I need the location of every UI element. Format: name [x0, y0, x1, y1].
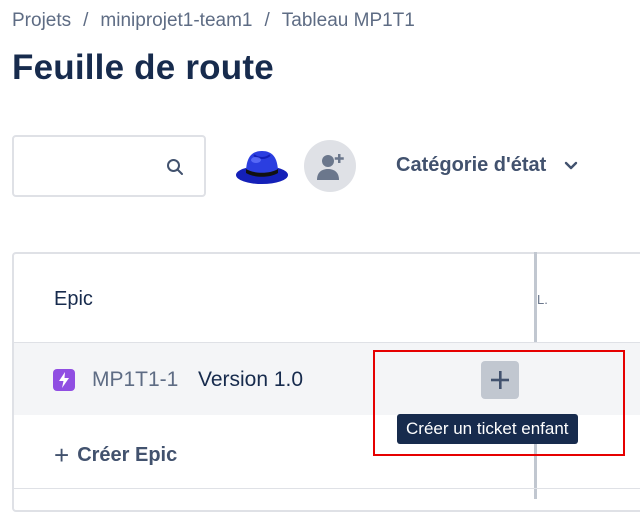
breadcrumb-separator: / [264, 10, 270, 31]
row-divider [14, 488, 640, 489]
add-user-icon [317, 154, 344, 180]
plus-icon: + [54, 440, 70, 470]
status-category-filter[interactable]: Catégorie d'état [396, 154, 578, 177]
page-title: Feuille de route [12, 48, 274, 87]
timeline-column-header: L. [537, 292, 548, 307]
epic-summary[interactable]: Version 1.0 [198, 368, 303, 392]
breadcrumb-separator: / [83, 10, 89, 31]
create-epic-label: Créer Epic [77, 444, 178, 466]
chevron-down-icon [564, 161, 578, 169]
status-category-label: Catégorie d'état [396, 154, 547, 176]
red-hat-avatar-icon[interactable] [234, 145, 290, 187]
create-epic-button[interactable]: + Créer Epic [54, 440, 177, 471]
breadcrumb-project-link[interactable]: miniprojet1-team1 [100, 10, 252, 31]
breadcrumb-board-link[interactable]: Tableau MP1T1 [282, 10, 415, 31]
plus-icon [491, 371, 509, 389]
create-child-issue-button[interactable] [481, 361, 519, 399]
breadcrumb: Projets / miniprojet1-team1 / Tableau MP1T1 [12, 10, 415, 32]
search-input[interactable] [12, 135, 206, 197]
epic-key[interactable]: MP1T1-1 [92, 368, 178, 392]
epic-column-header: Epic [54, 288, 93, 310]
tooltip: Créer un ticket enfant [397, 414, 578, 444]
search-icon [167, 159, 183, 175]
add-user-button[interactable] [304, 140, 356, 192]
breadcrumb-projects-link[interactable]: Projets [12, 10, 71, 31]
epic-lightning-icon [53, 369, 75, 391]
search-field[interactable] [22, 151, 166, 181]
